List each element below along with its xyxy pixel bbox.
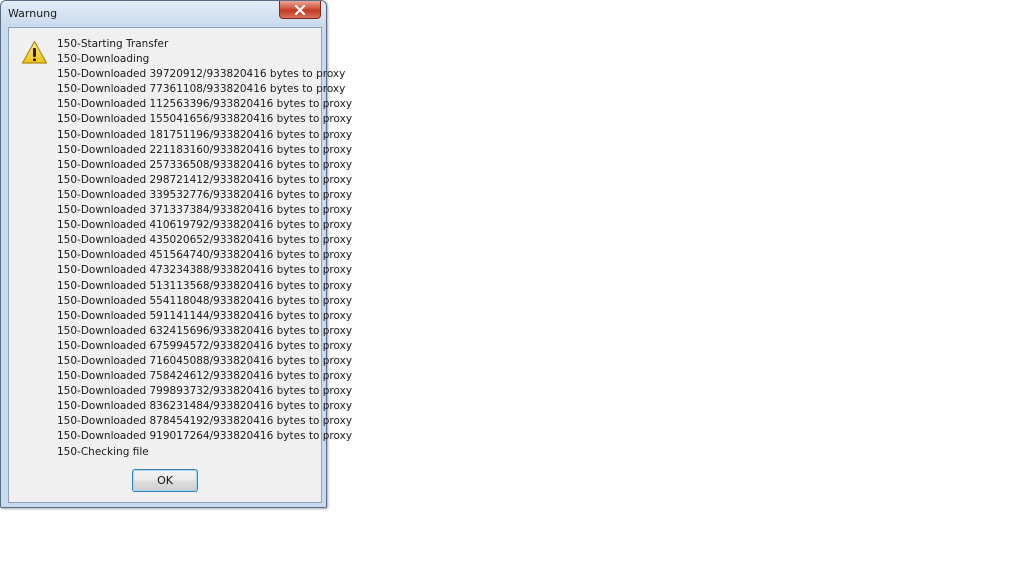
message-line: 150-Downloaded 155041656/933820416 bytes… — [57, 113, 353, 126]
message-line: 150-Downloaded 39720912/933820416 bytes … — [57, 68, 346, 81]
message-line: 150-Downloaded 878454192/933820416 bytes… — [57, 415, 353, 428]
message-line: 150-Downloaded 410619792/933820416 bytes… — [57, 219, 353, 232]
message-line: 150-Downloaded 221183160/933820416 bytes… — [57, 143, 353, 156]
message-line: 150-Downloaded 435020652/933820416 bytes… — [57, 234, 353, 247]
title-bar[interactable]: Warnung — [1, 1, 326, 27]
message-line: 150-Downloading — [57, 53, 150, 66]
message-line: 150-Downloaded 451564740/933820416 bytes… — [57, 249, 353, 262]
message-line: 150-Downloaded 716045088/933820416 bytes… — [57, 354, 353, 367]
message-line: 150-Downloaded 799893732/933820416 bytes… — [57, 385, 353, 398]
message-line: 150-Downloaded 591141144/933820416 bytes… — [57, 309, 353, 322]
close-icon — [294, 4, 306, 15]
message-line: 150-Downloaded 77361108/933820416 bytes … — [57, 83, 346, 96]
message-line: 150-Downloaded 632415696/933820416 bytes… — [57, 324, 353, 337]
message-line: 150-Downloaded 919017264/933820416 bytes… — [57, 430, 353, 443]
message-line: 150-Downloaded 298721412/933820416 bytes… — [57, 173, 353, 186]
warning-dialog: Warnung 150-Starting Transfer 150-Downloa… — [0, 0, 352, 508]
message-line: 150-Downloaded 181751196/933820416 bytes… — [57, 128, 353, 141]
message-line: 150-Downloaded 339532776/933820416 bytes… — [57, 188, 353, 201]
window-title: Warnung — [8, 7, 58, 20]
message-line: 150-Starting Transfer — [57, 38, 169, 50]
message-list: 150-Starting Transfer 150-Downloading 150-… — [57, 37, 352, 460]
message-line: 150-Downloaded 112563396/933820416 bytes… — [57, 98, 353, 111]
warning-icon — [21, 40, 48, 64]
close-button[interactable] — [279, 1, 321, 19]
message-line: 150-Downloaded 758424612/933820416 bytes… — [57, 370, 353, 383]
ok-button[interactable]: OK — [132, 469, 198, 492]
message-line: 150-Downloaded 473234388/933820416 bytes… — [57, 264, 353, 277]
message-line: 150-Downloaded 257336508/933820416 bytes… — [57, 158, 353, 171]
message-line: 150-Downloaded 836231484/933820416 bytes… — [57, 400, 353, 413]
message-line: 150-Downloaded 513113568/933820416 bytes… — [57, 279, 353, 292]
message-line: 150-Downloaded 554118048/933820416 bytes… — [57, 294, 353, 307]
message-line: 150-Downloaded 371337384/933820416 bytes… — [57, 204, 353, 217]
dialog-body: 150-Starting Transfer 150-Downloading 150-… — [8, 27, 352, 503]
message-line: 150-Downloaded 675994572/933820416 bytes… — [57, 339, 353, 352]
message-line: 150-Checking file — [57, 445, 149, 458]
